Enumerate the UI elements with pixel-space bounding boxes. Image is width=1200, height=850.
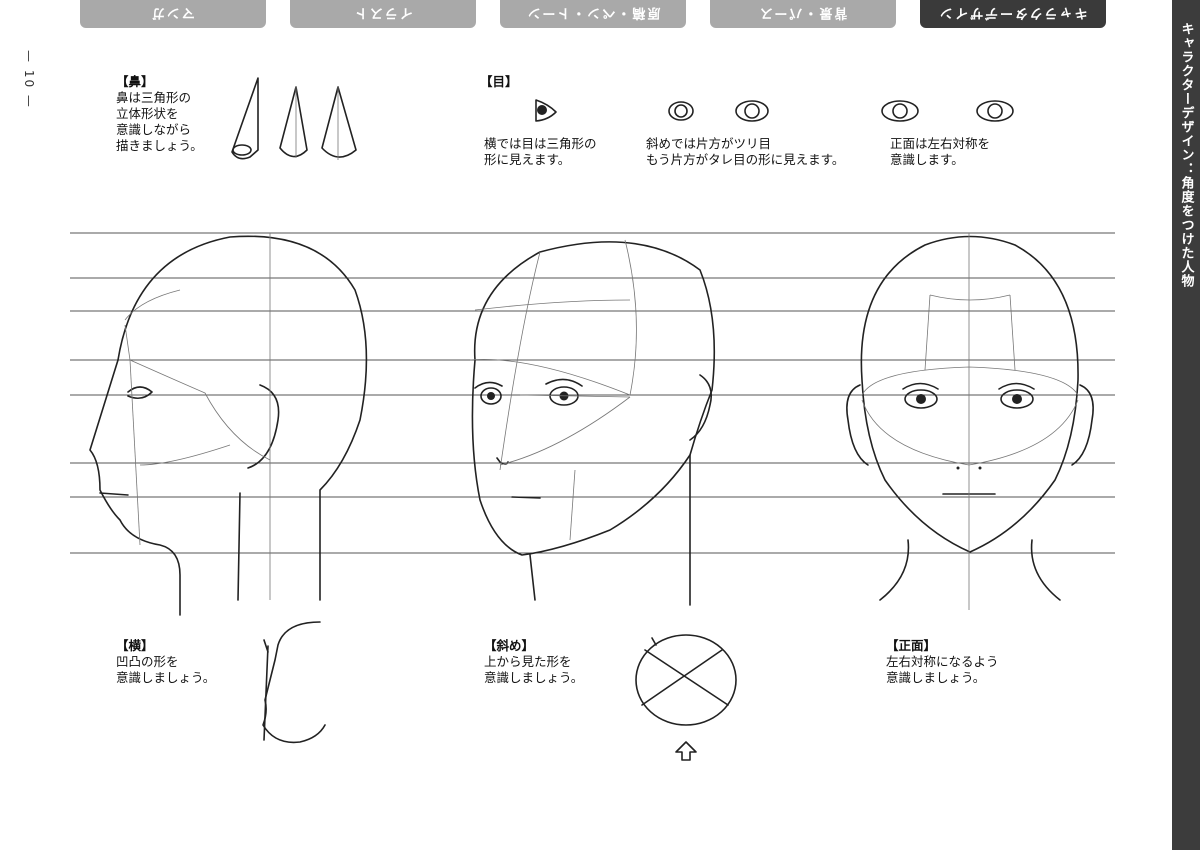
eyes-diag-note: 斜めでは片方がツリ目 もう片方がタレ目の形に見えます。 <box>646 136 844 168</box>
front-heading: 【正面】 <box>886 638 937 653</box>
nose-line-4: 描きましょう。 <box>116 138 203 153</box>
up-arrow-icon <box>675 741 697 761</box>
eye-shape-drawings <box>535 99 1014 122</box>
side-title-bar: キャラクターデザイン：角度をつけた人物 <box>1172 0 1200 850</box>
diag-line-1: 上から見た形を <box>484 654 572 669</box>
side-line-1: 凹凸の形を <box>116 654 179 669</box>
eyes-diag-line-2: もう片方がタレ目の形に見えます。 <box>646 152 845 167</box>
nose-cone-drawings <box>231 77 357 160</box>
eyes-front-note: 正面は左右対称を 意識します。 <box>890 136 990 168</box>
eyes-front-line-1: 正面は左右対称を <box>890 136 991 151</box>
eyes-side-line-1: 横では目は三角形の <box>484 136 597 151</box>
nose-line-3: 意識しながら <box>116 122 192 137</box>
eyes-side-line-2: 形に見えます。 <box>484 152 571 167</box>
side-title: キャラクターデザイン：角度をつけた人物 <box>1178 22 1194 288</box>
front-line-1: 左右対称になるよう <box>886 654 999 669</box>
eyes-note: 【目】 <box>480 74 518 90</box>
side-heading: 【横】 <box>116 638 154 653</box>
front-line-2: 意識しましょう。 <box>886 670 986 685</box>
profile-silhouette-drawing <box>262 621 326 744</box>
diag-heading: 【斜め】 <box>484 638 535 653</box>
profile-head-drawing <box>89 233 368 616</box>
eyes-side-note: 横では目は三角形の 形に見えます。 <box>484 136 597 168</box>
front-note: 【正面】 左右対称になるよう 意識しましょう。 <box>886 638 999 686</box>
eyes-diag-line-1: 斜めでは片方がツリ目 <box>646 136 772 151</box>
top-view-head-drawing <box>635 634 737 726</box>
eyes-front-line-2: 意識します。 <box>890 152 964 167</box>
diag-note: 【斜め】 上から見た形を 意識しましょう。 <box>484 638 583 686</box>
side-note: 【横】 凹凸の形を 意識しましょう。 <box>116 638 215 686</box>
diagonal-head-drawing <box>469 239 716 606</box>
eyes-heading: 【目】 <box>480 74 518 89</box>
guide-lines <box>70 232 1115 554</box>
diag-line-2: 意識しましょう。 <box>484 670 584 685</box>
nose-line-2: 立体形状を <box>116 106 179 121</box>
nose-heading: 【鼻】 <box>116 74 154 89</box>
nose-note: 【鼻】 鼻は三角形の 立体形状を 意識しながら 描きましょう。 <box>116 74 203 154</box>
nose-line-1: 鼻は三角形の <box>116 90 192 105</box>
side-line-2: 意識しましょう。 <box>116 670 216 685</box>
